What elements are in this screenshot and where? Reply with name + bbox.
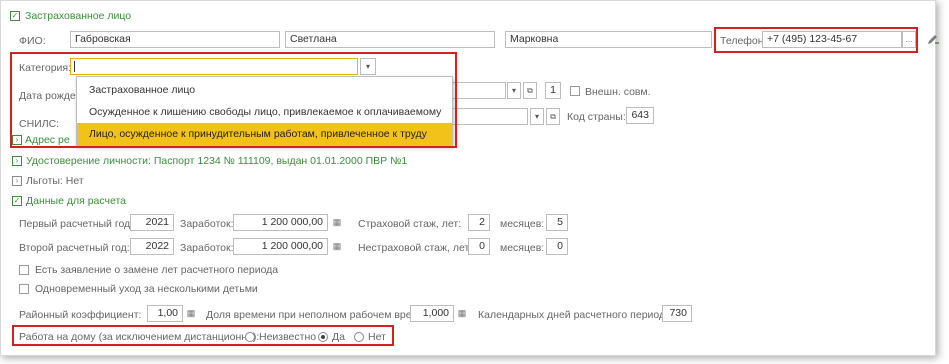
birth-count-field[interactable]: 1: [545, 82, 561, 99]
chevron-down-icon[interactable]: ✓: [12, 196, 22, 206]
chevron-right-icon[interactable]: ›: [12, 176, 22, 186]
part-time-label: Доля времени при неполном рабочем времен…: [206, 309, 440, 321]
year1-label: Первый расчетный год:: [19, 218, 134, 230]
multi-child-checkbox[interactable]: [19, 284, 29, 294]
country-code-field[interactable]: 643: [626, 107, 654, 124]
section-identity-title[interactable]: Удостоверение личности: Паспорт 1234 № 1…: [26, 155, 407, 167]
calculator-icon[interactable]: ▦: [185, 307, 197, 319]
earn2-label: Заработок:: [180, 242, 234, 254]
home-work-highlight: [12, 325, 394, 346]
external-checkbox[interactable]: [570, 86, 580, 96]
copy-icon[interactable]: ⧉: [523, 82, 537, 99]
country-code-label: Код страны:: [567, 111, 626, 123]
earn1-label: Заработок:: [180, 218, 234, 230]
snils-copy-icon[interactable]: ⧉: [546, 108, 560, 125]
chevron-right-icon[interactable]: ›: [12, 156, 22, 166]
snils-dropdown-button[interactable]: ▾: [530, 108, 544, 125]
year2-field[interactable]: 2022: [130, 238, 174, 255]
ins-months-label: месяцев:: [500, 218, 545, 230]
calculator-icon[interactable]: ▦: [456, 307, 468, 319]
ins-months-field[interactable]: 5: [546, 214, 568, 231]
edit-pencil-icon[interactable]: [926, 32, 940, 46]
nonins-months-label: месяцев:: [500, 242, 545, 254]
birth-dropdown-button[interactable]: ▾: [507, 82, 521, 99]
nonins-years-field[interactable]: 0: [468, 238, 490, 255]
part-time-field[interactable]: 1,000: [410, 305, 454, 322]
first-name-field[interactable]: Светлана: [285, 31, 495, 48]
multi-child-label: Одновременный уход за несколькими детьми: [35, 283, 258, 295]
year2-label: Второй расчетный год:: [19, 242, 130, 254]
ins-years-label: Страховой стаж, лет:: [358, 218, 462, 230]
earn1-field[interactable]: 1 200 000,00: [233, 214, 328, 231]
days-label: Календарных дней расчетного периода:: [478, 309, 674, 321]
nonins-months-field[interactable]: 0: [546, 238, 568, 255]
chevron-down-icon[interactable]: ✓: [10, 11, 20, 21]
section-calc-title[interactable]: Данные для расчета: [26, 195, 126, 207]
section-benefits-title[interactable]: Льготы: Нет: [26, 175, 84, 187]
fio-label: ФИО:: [19, 35, 46, 47]
nonins-years-label: Нестраховой стаж, лет:: [358, 242, 473, 254]
middle-name-field[interactable]: Марковна: [505, 31, 712, 48]
calculator-icon[interactable]: ▦: [331, 240, 343, 252]
section-insured-title[interactable]: Застрахованное лицо: [25, 10, 131, 22]
ins-years-field[interactable]: 2: [468, 214, 490, 231]
replace-years-checkbox[interactable]: [19, 265, 29, 275]
calculator-icon[interactable]: ▦: [331, 216, 343, 228]
coef-field[interactable]: 1,00: [147, 305, 183, 322]
days-field[interactable]: 730: [662, 305, 692, 322]
replace-years-label: Есть заявление о замене лет расчетного п…: [35, 264, 279, 276]
external-label: Внешн. совм.: [585, 86, 651, 98]
phone-highlight: [714, 27, 918, 53]
last-name-field[interactable]: Габровская: [70, 31, 280, 48]
category-highlight: [10, 52, 457, 148]
coef-label: Районный коэффициент:: [19, 309, 142, 321]
earn2-field[interactable]: 1 200 000,00: [233, 238, 328, 255]
year1-field[interactable]: 2021: [130, 214, 174, 231]
